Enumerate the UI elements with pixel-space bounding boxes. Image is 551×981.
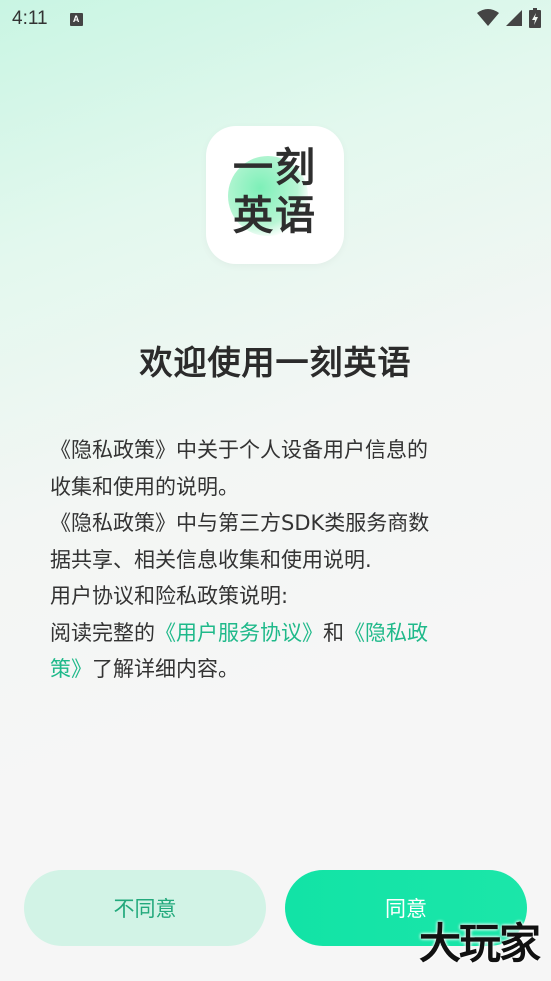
status-time: 4:11 [12,8,48,29]
privacy-policy-link-continued[interactable]: 策》 [50,657,92,681]
policy-line: 《隐私政策》中与第三方SDK类服务商数 [50,511,430,535]
battery-icon [529,8,541,28]
policy-line-end: 策》了解详细内容。 [50,651,500,688]
and-text: 和 [323,620,344,645]
decline-button[interactable]: 不同意 [24,870,266,946]
wifi-icon [477,9,499,26]
details-text: 了解详细内容。 [92,657,239,681]
logo-line-2: 英语 [233,193,317,239]
privacy-policy-link[interactable]: 《隐私政 [344,621,428,645]
policy-line: 用户协议和险私政策说明: [50,584,289,608]
user-agreement-link[interactable]: 《用户服务协议》 [155,621,323,645]
policy-description: 《隐私政策》中关于个人设备用户信息的 收集和使用的说明。 《隐私政策》中与第三方… [50,432,500,688]
policy-line: 《隐私政策》中关于个人设备用户信息的 [50,438,428,462]
policy-line: 收集和使用的说明。 [50,474,239,499]
app-logo: 一刻 英语 [206,126,344,264]
watermark: 大玩家 [418,919,541,968]
policy-line-links: 阅读完整的《用户服务协议》和《隐私政 [50,615,500,652]
status-icons [477,8,541,28]
notification-icon: A [69,12,83,26]
read-full-text: 阅读完整的 [50,620,155,645]
logo-line-1: 一刻 [233,145,317,191]
signal-icon [506,10,522,26]
logo-text: 一刻 英语 [206,144,344,240]
policy-line: 据共享、相关信息收集和使用说明. [50,547,372,572]
welcome-title: 欢迎使用一刻英语 [139,343,412,382]
status-bar: 4:11 A [0,0,551,38]
